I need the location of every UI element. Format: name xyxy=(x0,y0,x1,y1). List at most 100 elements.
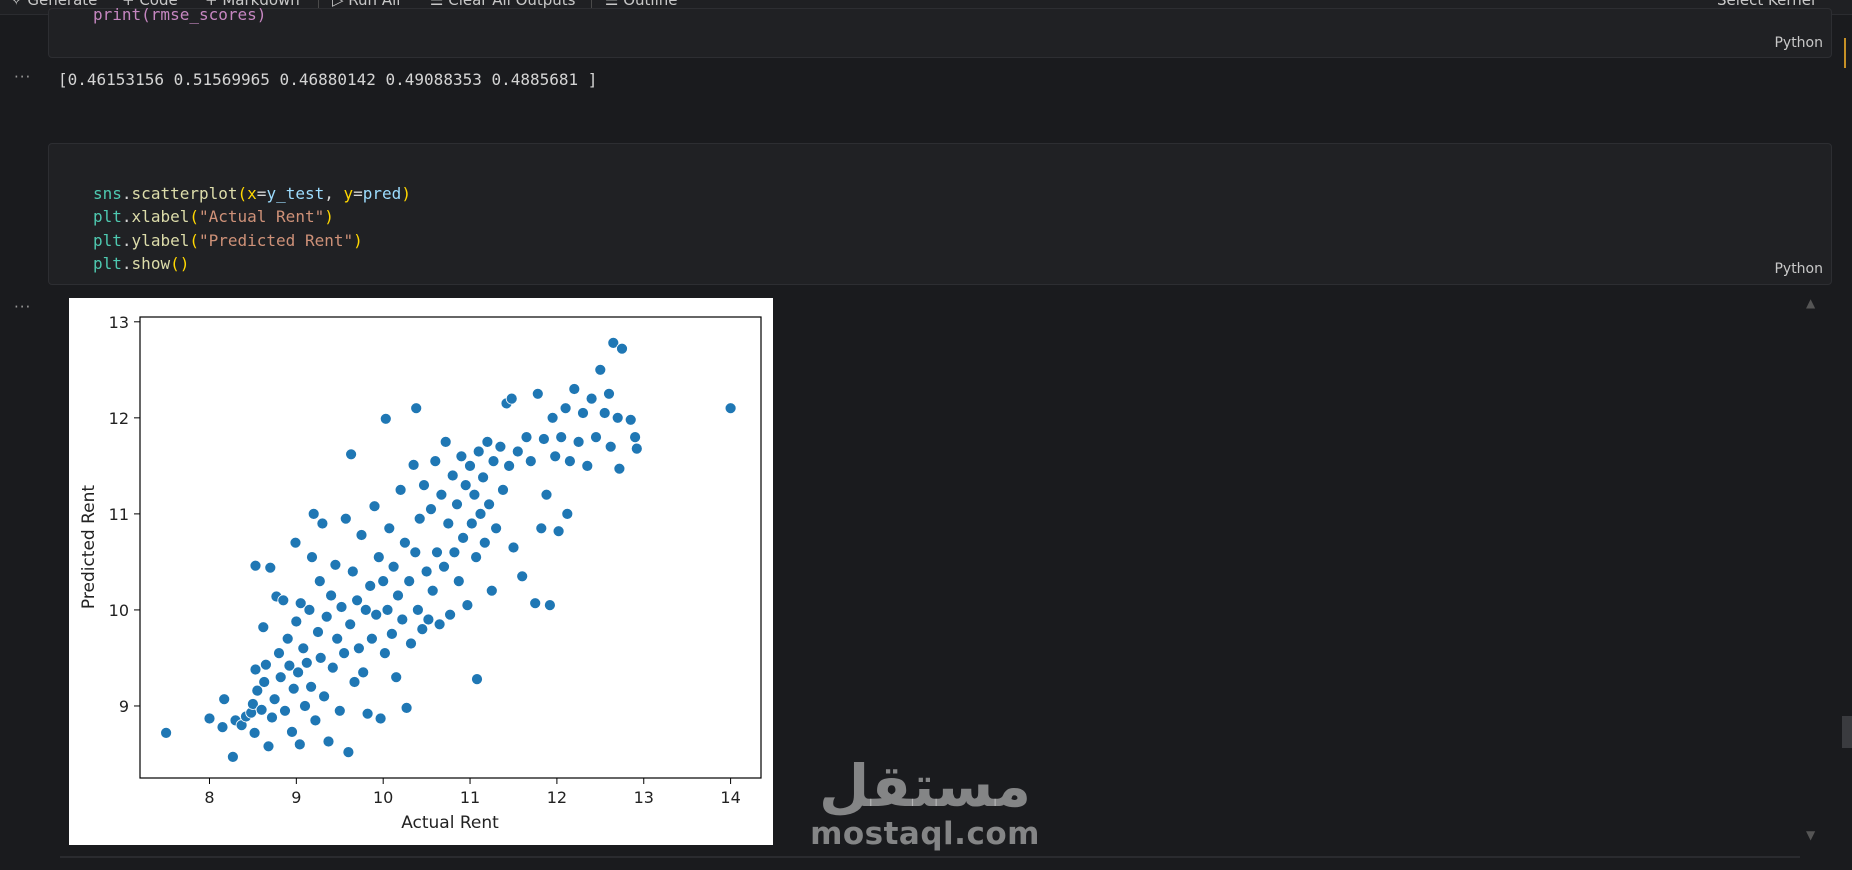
scroll-down-icon[interactable]: ▼ xyxy=(1806,828,1815,842)
scatter-point xyxy=(438,560,450,573)
code-cell-2[interactable]: sns.scatterplot(x=y_test, y=pred) plt.xl… xyxy=(48,143,1832,285)
scatter-point xyxy=(396,613,409,626)
scatter-point xyxy=(370,608,383,621)
scatter-point xyxy=(355,529,368,541)
scatter-point xyxy=(537,433,550,445)
scatter-point xyxy=(394,483,407,496)
scatter-point xyxy=(325,589,338,602)
scatter-point xyxy=(390,671,403,684)
scatter-point xyxy=(335,601,348,613)
scatter-point xyxy=(313,575,326,588)
scatter-point xyxy=(374,712,387,725)
scroll-up-icon[interactable]: ▲ xyxy=(1806,296,1815,310)
scatter-point xyxy=(312,626,324,638)
scatter-point xyxy=(433,618,446,631)
output-menu-icon[interactable]: ··· xyxy=(14,298,31,316)
scatter-point xyxy=(426,584,439,597)
scatter-point xyxy=(411,603,424,616)
vertical-scrollbar-thumb[interactable] xyxy=(1842,716,1852,748)
scatter-point xyxy=(316,517,329,530)
scatter-point xyxy=(629,431,641,444)
scatter-point xyxy=(379,412,392,425)
scatter-point xyxy=(322,735,335,748)
scatter-point xyxy=(577,407,589,419)
scatter-point xyxy=(472,445,485,458)
scatter-point xyxy=(249,559,262,572)
scatter-point xyxy=(494,440,507,453)
scatter-point xyxy=(511,445,524,458)
scatter-point xyxy=(326,661,339,674)
scatter-point xyxy=(333,704,346,717)
scatter-point xyxy=(345,448,358,461)
scatter-point xyxy=(365,632,378,645)
output-menu-icon[interactable]: ··· xyxy=(14,68,31,86)
scatter-point xyxy=(420,565,433,578)
scatter-point xyxy=(581,459,594,472)
code-line[interactable]: print(rmse_scores) xyxy=(93,3,266,27)
scatter-point xyxy=(594,363,607,376)
x-tick-label: 10 xyxy=(373,788,393,807)
scatter-point xyxy=(546,411,559,424)
scatter-point xyxy=(266,711,278,724)
scatter-point xyxy=(585,392,598,405)
scatter-point xyxy=(529,597,542,610)
scatter-point xyxy=(398,536,411,549)
scatter-point xyxy=(331,632,344,645)
scatter-point xyxy=(448,546,461,559)
scatter-point xyxy=(160,726,172,739)
scatter-point xyxy=(410,402,423,415)
scatter-point xyxy=(555,431,568,444)
scatter-point xyxy=(563,455,576,468)
language-label[interactable]: Python xyxy=(1774,35,1823,51)
scatter-point xyxy=(249,663,262,676)
scatter-point xyxy=(277,594,290,607)
scatter-point xyxy=(724,402,737,415)
scatter-point xyxy=(535,522,548,535)
scatter-point xyxy=(287,682,300,695)
scatter-point xyxy=(403,575,416,588)
horizontal-scrollbar[interactable] xyxy=(60,856,1800,858)
x-tick-label: 13 xyxy=(634,788,654,807)
scatter-point xyxy=(364,579,377,592)
scatter-point xyxy=(598,407,611,419)
x-tick-label: 14 xyxy=(720,788,740,807)
scatter-point xyxy=(457,531,470,544)
scatter-point xyxy=(329,558,342,571)
scatter-point xyxy=(451,498,463,511)
scatter-point xyxy=(348,676,361,688)
scatter-point xyxy=(293,738,306,751)
scatter-point xyxy=(292,666,305,679)
scatter-point xyxy=(490,522,503,535)
scatter-point xyxy=(459,479,472,492)
scatter-point xyxy=(520,431,533,444)
scatter-point xyxy=(372,551,385,564)
scatter-point xyxy=(351,594,364,607)
scatter-point xyxy=(281,632,294,645)
code-editor[interactable]: sns.scatterplot(x=y_test, y=pred) plt.xl… xyxy=(93,158,411,276)
scatter-point xyxy=(264,561,277,574)
scatter-point xyxy=(540,488,553,501)
scatter-point xyxy=(306,551,318,564)
scatter-points xyxy=(160,337,737,763)
language-label[interactable]: Python xyxy=(1774,261,1823,277)
scatter-point xyxy=(346,565,359,578)
scatter-point xyxy=(407,458,420,471)
scatter-point xyxy=(439,435,452,448)
scatter-point xyxy=(258,676,271,688)
code-cell-1[interactable]: print(rmse_scores) Python xyxy=(48,5,1832,58)
scatter-point xyxy=(481,435,494,448)
scatter-point xyxy=(483,498,496,511)
scatter-point xyxy=(543,599,556,612)
scatter-point xyxy=(561,507,574,520)
y-tick-label: 13 xyxy=(109,313,129,332)
code-line-2: plt.xlabel("Actual Rent") xyxy=(93,207,334,227)
scatter-point xyxy=(568,383,581,395)
scatter-point xyxy=(218,693,231,706)
y-tick-label: 10 xyxy=(109,601,129,620)
x-axis-label: Actual Rent xyxy=(401,813,499,833)
scatter-point xyxy=(268,693,281,706)
scatter-point xyxy=(273,647,285,660)
y-axis-ticks: 9 10 11 12 13 xyxy=(109,313,140,716)
scatter-point xyxy=(359,603,372,616)
scatter-point xyxy=(416,623,429,636)
